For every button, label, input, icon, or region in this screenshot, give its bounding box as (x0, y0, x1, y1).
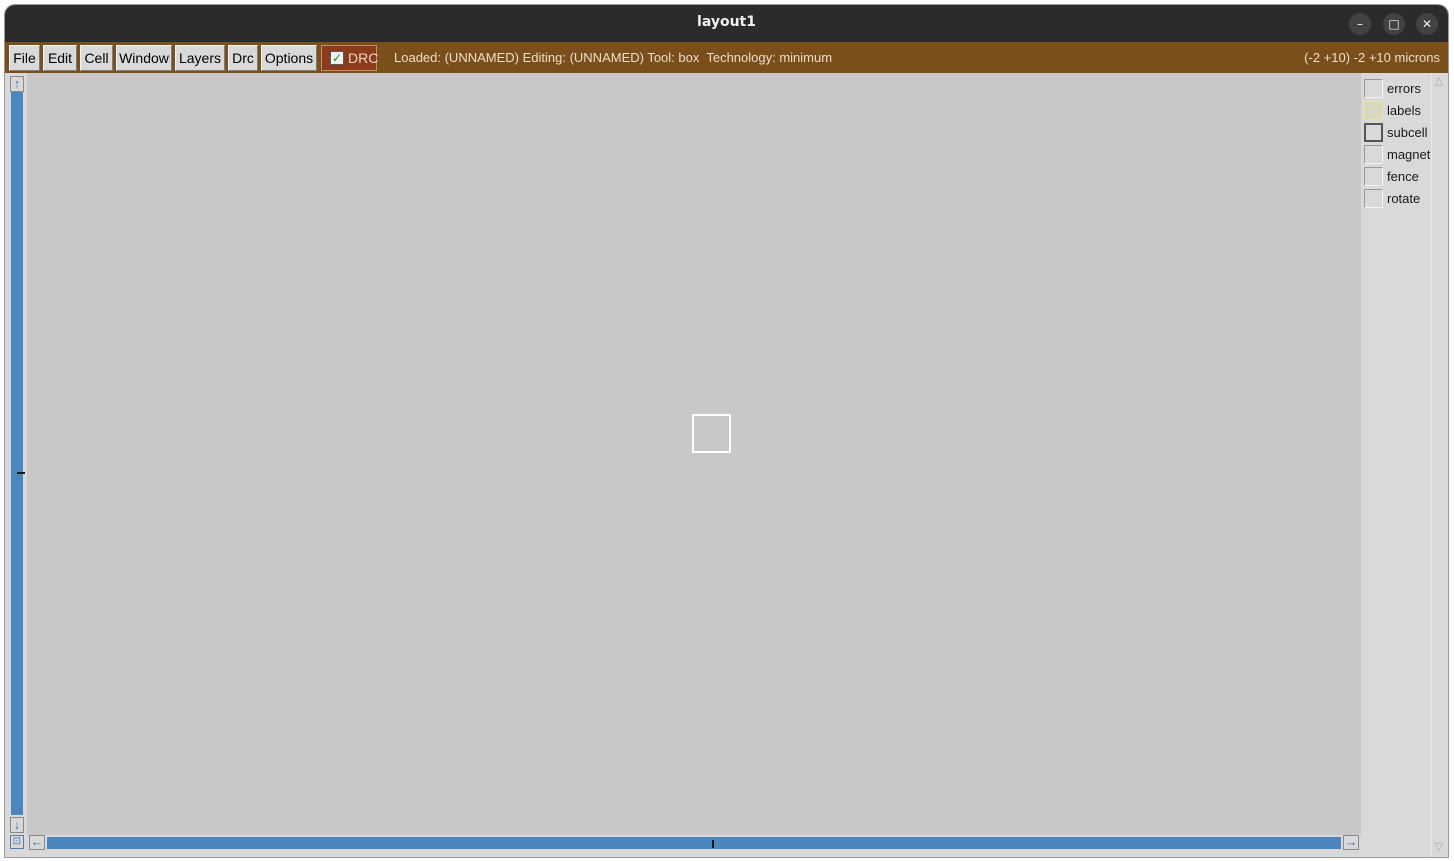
menu-cell[interactable]: Cell (80, 45, 113, 71)
close-button[interactable]: ✕ (1416, 13, 1438, 35)
layer-swatch[interactable] (1364, 79, 1383, 98)
layer-labels[interactable]: labels (1361, 100, 1431, 122)
vertical-scroll-track[interactable] (11, 92, 25, 815)
layer-magnet[interactable]: magnet (1361, 144, 1431, 166)
menu-layers[interactable]: Layers (175, 45, 225, 71)
layer-fence[interactable]: fence (1361, 166, 1431, 188)
menu-bar: File Edit Cell Window Layers Drc Options… (5, 42, 1448, 73)
layer-swatch[interactable] (1364, 123, 1383, 142)
menu-edit[interactable]: Edit (43, 45, 77, 71)
menu-drc[interactable]: Drc (228, 45, 258, 71)
layer-label: rotate (1387, 191, 1421, 206)
vertical-scroll-marker (17, 472, 25, 474)
layer-swatch[interactable] (1364, 189, 1383, 208)
layer-label: magnet (1387, 147, 1431, 162)
drc-toggle-label: DRC (348, 50, 379, 66)
layer-swatch[interactable] (1364, 167, 1383, 186)
menu-window[interactable]: Window (116, 45, 172, 71)
layers-scrollbar[interactable]: △ ▽ (1431, 73, 1446, 857)
horizontal-scroll-track[interactable] (47, 837, 1341, 849)
layer-errors[interactable]: errors (1361, 78, 1431, 100)
layout-canvas[interactable] (27, 73, 1361, 835)
layer-rotate[interactable]: rotate (1361, 188, 1431, 210)
zoom-corner-icon[interactable]: ⊡ (10, 835, 24, 849)
triangle-down-icon[interactable]: ▽ (1433, 841, 1445, 853)
horizontal-scroll-marker (712, 840, 714, 848)
layer-subcell[interactable]: subcell (1361, 122, 1431, 144)
app-window: layout1 – □ ✕ File Edit Cell Window Laye… (5, 5, 1448, 857)
layer-label: errors (1387, 81, 1421, 96)
checkbox-checked-icon[interactable]: ✓ (330, 51, 344, 65)
scroll-up-icon[interactable]: ↑ (10, 76, 24, 92)
scroll-left-icon[interactable]: ← (29, 835, 45, 850)
scroll-right-icon[interactable]: → (1343, 835, 1359, 850)
maximize-button[interactable]: □ (1383, 13, 1405, 35)
layer-label: subcell (1387, 125, 1428, 140)
layer-label: fence (1387, 169, 1419, 184)
title-bar[interactable]: layout1 – □ ✕ (5, 5, 1448, 42)
layer-label: labels (1387, 103, 1421, 118)
menu-file[interactable]: File (9, 45, 40, 71)
coordinate-readout: (-2 +10) -2 +10 microns (1304, 50, 1440, 65)
scroll-down-icon[interactable]: ↓ (10, 817, 24, 833)
triangle-up-icon[interactable]: △ (1433, 75, 1445, 87)
menu-options[interactable]: Options (261, 45, 317, 71)
minimize-button[interactable]: – (1349, 13, 1371, 35)
layers-panel: errors labels subcell magnet fence rotat… (1361, 73, 1431, 857)
status-text: Loaded: (UNNAMED) Editing: (UNNAMED) Too… (394, 50, 833, 65)
layer-swatch[interactable] (1364, 101, 1383, 120)
drc-toggle[interactable]: ✓ DRC (321, 45, 379, 71)
horizontal-scrollbar[interactable]: ← → (27, 835, 1361, 851)
vertical-scrollbar[interactable]: ↑ ↓ (7, 73, 27, 836)
window-title: layout1 (697, 14, 756, 30)
layer-swatch[interactable] (1364, 145, 1383, 164)
box-cursor (692, 414, 731, 453)
